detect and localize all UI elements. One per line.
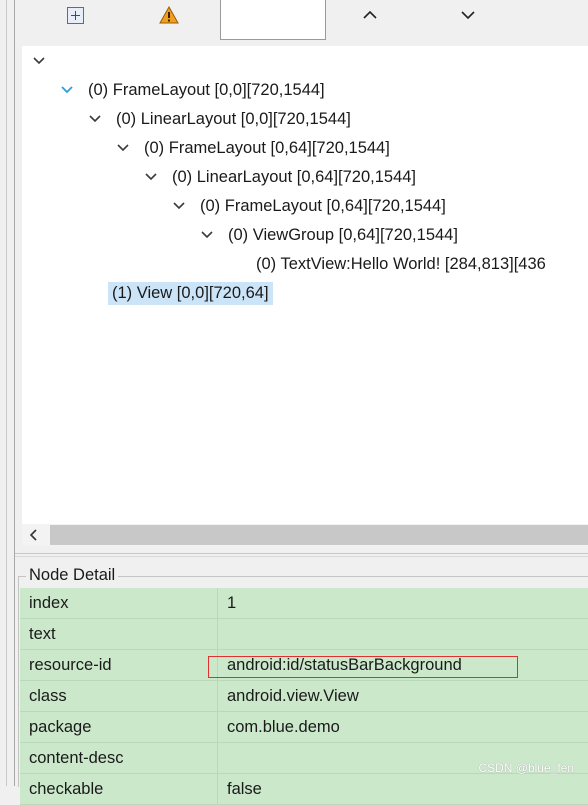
- watermark: CSDN @blue_fen: [478, 761, 574, 775]
- tree-node[interactable]: (0) ViewGroup [0,64][720,1544]: [200, 222, 462, 248]
- detail-key: resource-id: [20, 650, 218, 680]
- tree-node-label: (0) LinearLayout [0,64][720,1544]: [172, 167, 417, 186]
- expand-all-icon[interactable]: [63, 0, 87, 30]
- table-row[interactable]: class android.view.View: [20, 681, 588, 712]
- tree-node[interactable]: (0) LinearLayout [0,0][720,1544]: [88, 106, 355, 132]
- detail-key: package: [20, 712, 218, 742]
- scroll-left-icon[interactable]: [28, 525, 38, 545]
- chevron-down-icon[interactable]: [172, 201, 186, 211]
- tree-node-label: (1) View [0,0][720,64]: [108, 281, 273, 305]
- detail-value: [219, 619, 588, 649]
- detail-key: content-desc: [20, 743, 218, 773]
- detail-key: class: [20, 681, 218, 711]
- detail-key: text: [20, 619, 218, 649]
- chevron-down-icon[interactable]: [88, 114, 102, 124]
- hierarchy-tree[interactable]: (0) FrameLayout [0,0][720,1544] (0) Line…: [22, 46, 588, 524]
- tree-node-label: (0) TextView:Hello World! [284,813][436: [256, 254, 546, 273]
- chevron-down-icon: [33, 57, 45, 65]
- tree-node[interactable]: (0) LinearLayout [0,64][720,1544]: [144, 164, 420, 190]
- chevron-up-icon: [363, 10, 377, 19]
- horizontal-scrollbar[interactable]: [22, 524, 588, 546]
- divider: [15, 556, 588, 557]
- tree-node-label: (0) FrameLayout [0,0][720,1544]: [88, 80, 325, 99]
- chevron-down-icon: [461, 11, 475, 20]
- tree-node-label: (0) FrameLayout [0,64][720,1544]: [144, 138, 390, 157]
- tree-node-label: (0) LinearLayout [0,0][720,1544]: [116, 109, 351, 128]
- table-row[interactable]: package com.blue.demo: [20, 712, 588, 743]
- tree-node[interactable]: (0) TextView:Hello World! [284,813][436: [252, 251, 550, 277]
- tree-root-toggle[interactable]: [32, 48, 46, 74]
- annotation-highlight-box: [208, 656, 518, 678]
- table-row[interactable]: text: [20, 619, 588, 650]
- table-row[interactable]: checkable false: [20, 774, 588, 805]
- detail-key: index: [20, 588, 218, 618]
- search-input[interactable]: [220, 0, 326, 40]
- divider: [15, 553, 588, 554]
- detail-value: android.view.View: [227, 687, 359, 705]
- detail-key: checkable: [20, 774, 218, 804]
- tree-node[interactable]: (0) FrameLayout [0,64][720,1544]: [172, 193, 450, 219]
- warning-icon[interactable]: [157, 0, 181, 30]
- chevron-down-icon[interactable]: [60, 85, 74, 95]
- table-row[interactable]: index 1: [20, 588, 588, 619]
- node-detail-title: Node Detail: [26, 566, 119, 585]
- tree-node-selected[interactable]: (1) View [0,0][720,64]: [108, 280, 273, 306]
- toolbar: [15, 0, 588, 44]
- tree-node-label: (0) FrameLayout [0,64][720,1544]: [200, 196, 446, 215]
- window-left-edge: [0, 0, 15, 786]
- detail-value: 1: [227, 594, 237, 612]
- chevron-down-icon[interactable]: [200, 230, 214, 240]
- tree-node[interactable]: (0) FrameLayout [0,0][720,1544]: [60, 77, 329, 103]
- tree-node-label: (0) ViewGroup [0,64][720,1544]: [228, 225, 458, 244]
- detail-value: com.blue.demo: [227, 718, 340, 736]
- chevron-down-icon[interactable]: [144, 172, 158, 182]
- chevron-down-icon[interactable]: [116, 143, 130, 153]
- tree-node[interactable]: (0) FrameLayout [0,64][720,1544]: [116, 135, 394, 161]
- previous-button[interactable]: [355, 0, 385, 30]
- scrollbar-thumb[interactable]: [50, 525, 588, 545]
- detail-value: false: [227, 780, 262, 798]
- next-button[interactable]: [453, 0, 483, 30]
